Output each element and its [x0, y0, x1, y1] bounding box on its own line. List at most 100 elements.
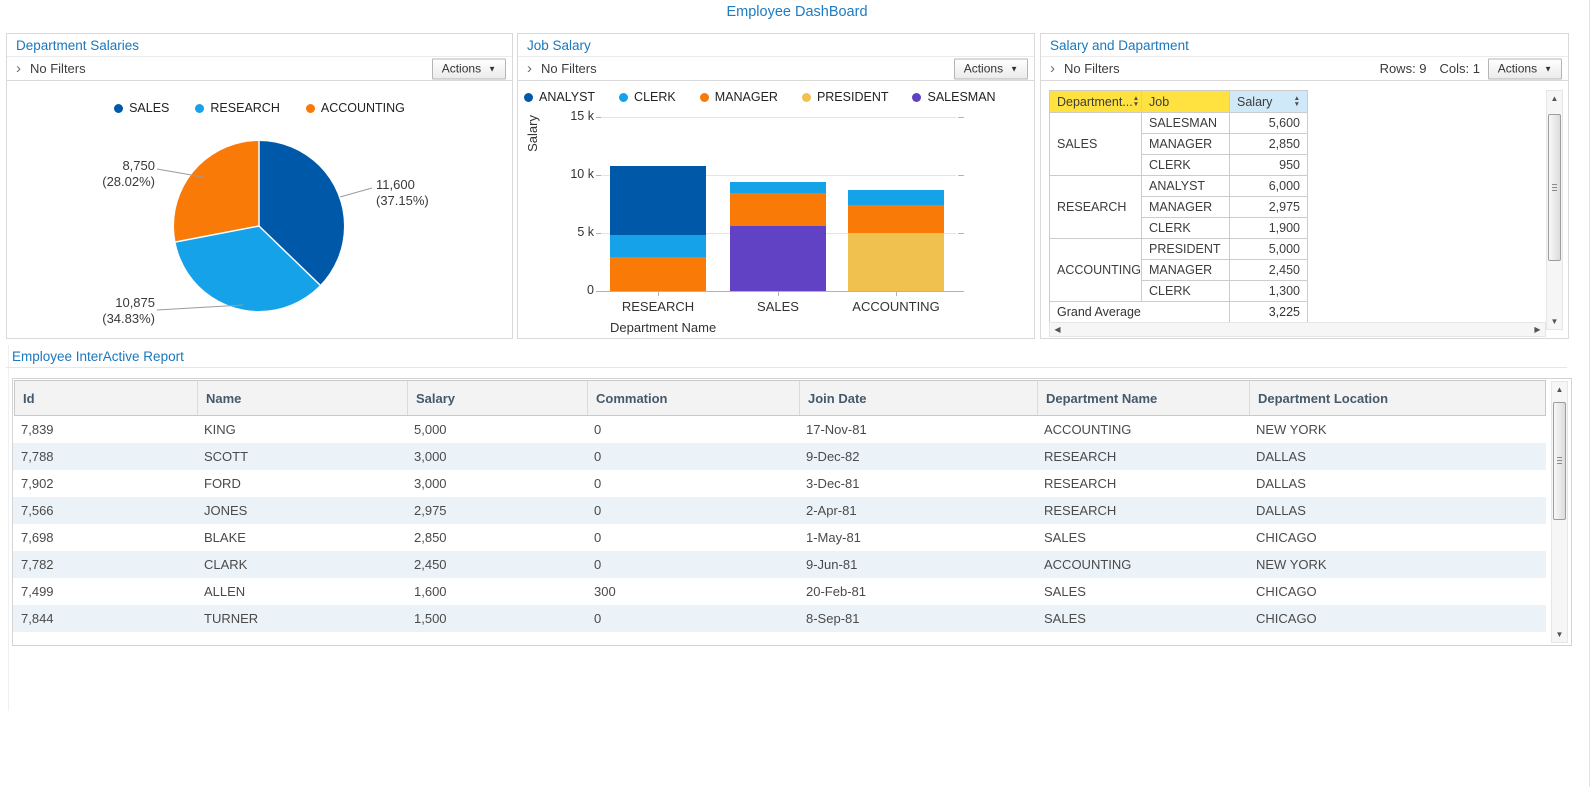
ir-cell: 7,788	[21, 449, 54, 464]
ir-cell: DALLAS	[1256, 503, 1306, 518]
legend-item-clerk[interactable]: CLERK	[619, 90, 676, 104]
ir-row[interactable]: 7,902 FORD 3,000 0 3-Dec-81 RESEARCH DALLAS	[13, 470, 1546, 497]
legend-item-accounting[interactable]: ACCOUNTING	[305, 101, 405, 115]
legend-label: ANALYST	[539, 90, 596, 104]
pivot-salary-cell: 2,975	[1229, 196, 1308, 218]
scroll-left-icon[interactable]: ◀	[1051, 323, 1064, 336]
ir-column-header-join-date[interactable]: Join Date	[800, 381, 1038, 415]
pivot-horizontal-scrollbar[interactable]: ◀ ▶	[1049, 322, 1546, 337]
pivot-row: RESEARCH ANALYST 6,000	[1049, 175, 1308, 239]
no-filters-label: No Filters	[1064, 61, 1120, 76]
pivot-salary-cell: 5,600	[1229, 112, 1308, 134]
legend-dot-icon	[195, 103, 205, 113]
ir-row[interactable]: 7,566 JONES 2,975 0 2-Apr-81 RESEARCH DALLAS	[13, 497, 1546, 524]
ir-cell: 17-Nov-81	[806, 422, 867, 437]
bar-segment-research-clerk[interactable]	[610, 235, 706, 257]
page-edge-divider	[1589, 0, 1590, 787]
legend-item-president[interactable]: PRESIDENT	[801, 90, 889, 104]
pivot-job-cell: MANAGER	[1141, 259, 1230, 281]
ir-column-header-salary[interactable]: Salary	[408, 381, 588, 415]
ir-row[interactable]: 7,844 TURNER 1,500 0 8-Sep-81 SALES CHICAGO	[13, 605, 1546, 632]
pivot-department-cell: RESEARCH	[1049, 175, 1142, 239]
scroll-down-icon[interactable]: ▼	[1547, 315, 1562, 328]
ir-row[interactable]: 7,839 KING 5,000 0 17-Nov-81 ACCOUNTING NEW YO…	[13, 416, 1546, 443]
x-category-label: RESEARCH	[621, 299, 695, 314]
pivot-header-label: Job	[1149, 94, 1170, 109]
legend-item-sales[interactable]: SALES	[114, 101, 169, 115]
sort-both-icon[interactable]: ▲ ▼	[1294, 95, 1300, 107]
legend-item-research[interactable]: RESEARCH	[195, 101, 280, 115]
ir-row[interactable]: 7,698 BLAKE 2,850 0 1-May-81 SALES CHICAGO	[13, 524, 1546, 551]
pivot-row: ACCOUNTING PRESIDENT 5,000	[1049, 238, 1308, 302]
pivot-header-label: Department...	[1057, 94, 1133, 109]
bar-segment-research-analyst[interactable]	[610, 166, 706, 235]
pivot-job-cell: MANAGER	[1141, 196, 1230, 218]
chevron-right-icon[interactable]: ›	[16, 61, 21, 76]
pivot-salary-cell: 950	[1229, 154, 1308, 176]
pivot-body: Department... ▲ ▼ Job Salary ▲ ▼ SALES SALESMAN 5…	[1041, 81, 1568, 337]
bar-legend: ANALYST CLERK MANAGER PRESIDENT SALESMAN	[524, 90, 996, 104]
ir-cell: 1-May-81	[806, 530, 861, 545]
legend-dot-icon	[305, 103, 315, 113]
ir-column-header-id[interactable]: Id	[15, 381, 198, 415]
chevron-right-icon[interactable]: ›	[1050, 61, 1055, 76]
ir-cell: 0	[594, 476, 602, 491]
ir-column-header-commation[interactable]: Commation	[588, 381, 800, 415]
y-tick	[596, 117, 601, 118]
actions-button[interactable]: Actions ▼	[431, 58, 506, 79]
grand-average-label: Grand Average	[1049, 301, 1230, 323]
actions-button[interactable]: Actions ▼	[1487, 58, 1562, 79]
pie-chart[interactable]	[174, 141, 344, 311]
legend-item-salesman[interactable]: SALESMAN	[912, 90, 996, 104]
ir-cell: TURNER	[204, 611, 259, 626]
pivot-job-cell: PRESIDENT	[1141, 238, 1230, 260]
x-tick	[778, 291, 779, 296]
ir-row[interactable]: 7,788 SCOTT 3,000 0 9-Dec-82 RESEARCH DALLAS	[13, 443, 1546, 470]
pivot-vertical-scrollbar[interactable]: ▲ ▼	[1546, 90, 1563, 330]
bar-segment-research-manager[interactable]	[610, 257, 706, 291]
bar-segment-accounting-president[interactable]	[848, 233, 944, 291]
bar-segment-sales-salesman[interactable]	[730, 226, 826, 291]
sort-both-icon[interactable]: ▲ ▼	[1133, 95, 1139, 107]
actions-button[interactable]: Actions ▼	[953, 58, 1028, 79]
scroll-right-icon[interactable]: ▶	[1531, 323, 1544, 336]
pivot-job-cell: MANAGER	[1141, 133, 1230, 155]
bar-segment-sales-manager[interactable]	[730, 193, 826, 226]
scroll-up-icon[interactable]: ▲	[1552, 383, 1567, 396]
bar-segment-accounting-manager[interactable]	[848, 205, 944, 233]
scrollbar-thumb[interactable]	[1553, 402, 1566, 520]
pie-label-research: 10,875 (34.83%)	[102, 295, 155, 326]
ir-cell: RESEARCH	[1044, 503, 1117, 518]
legend-dot-icon	[524, 92, 533, 102]
ir-cell: 2,975	[414, 503, 447, 518]
pivot-department-cell: SALES	[1049, 112, 1142, 176]
pivot-column-header-salary[interactable]: Salary ▲ ▼	[1229, 90, 1308, 113]
chevron-right-icon[interactable]: ›	[527, 61, 532, 76]
legend-label: PRESIDENT	[816, 90, 889, 104]
legend-item-manager[interactable]: MANAGER	[699, 90, 778, 104]
pivot-grand-average-row: Grand Average 3,225	[1049, 301, 1308, 323]
pivot-column-header-department[interactable]: Department... ▲ ▼	[1049, 90, 1142, 113]
ir-row[interactable]: 7,782 CLARK 2,450 0 9-Jun-81 ACCOUNTING NEW YO…	[13, 551, 1546, 578]
ir-cell: 1,600	[414, 584, 447, 599]
region-title: Job Salary	[527, 38, 591, 53]
ir-cell: ACCOUNTING	[1044, 422, 1132, 437]
scrollbar-thumb[interactable]	[1548, 114, 1561, 261]
scroll-down-icon[interactable]: ▼	[1552, 628, 1567, 641]
bar-segment-accounting-clerk[interactable]	[848, 190, 944, 205]
ir-table-container: Id Name Salary Commation Join Date Department…	[12, 378, 1572, 646]
caret-down-icon: ▼	[488, 64, 496, 73]
y-tick	[596, 233, 601, 234]
x-axis-line	[598, 291, 964, 292]
ir-cell: 7,839	[21, 422, 54, 437]
ir-row[interactable]: 7,499 ALLEN 1,600 300 20-Feb-81 SALES CHICAGO	[13, 578, 1546, 605]
ir-column-header-department-location[interactable]: Department Location	[1250, 381, 1545, 415]
legend-item-analyst[interactable]: ANALYST	[524, 90, 595, 104]
ir-cell: 0	[594, 530, 602, 545]
scroll-up-icon[interactable]: ▲	[1547, 92, 1562, 105]
grand-average-value: 3,225	[1229, 301, 1308, 323]
bar-segment-sales-clerk[interactable]	[730, 182, 826, 193]
ir-column-header-name[interactable]: Name	[198, 381, 408, 415]
ir-column-header-department-name[interactable]: Department Name	[1038, 381, 1250, 415]
ir-vertical-scrollbar[interactable]: ▲ ▼	[1551, 381, 1568, 643]
